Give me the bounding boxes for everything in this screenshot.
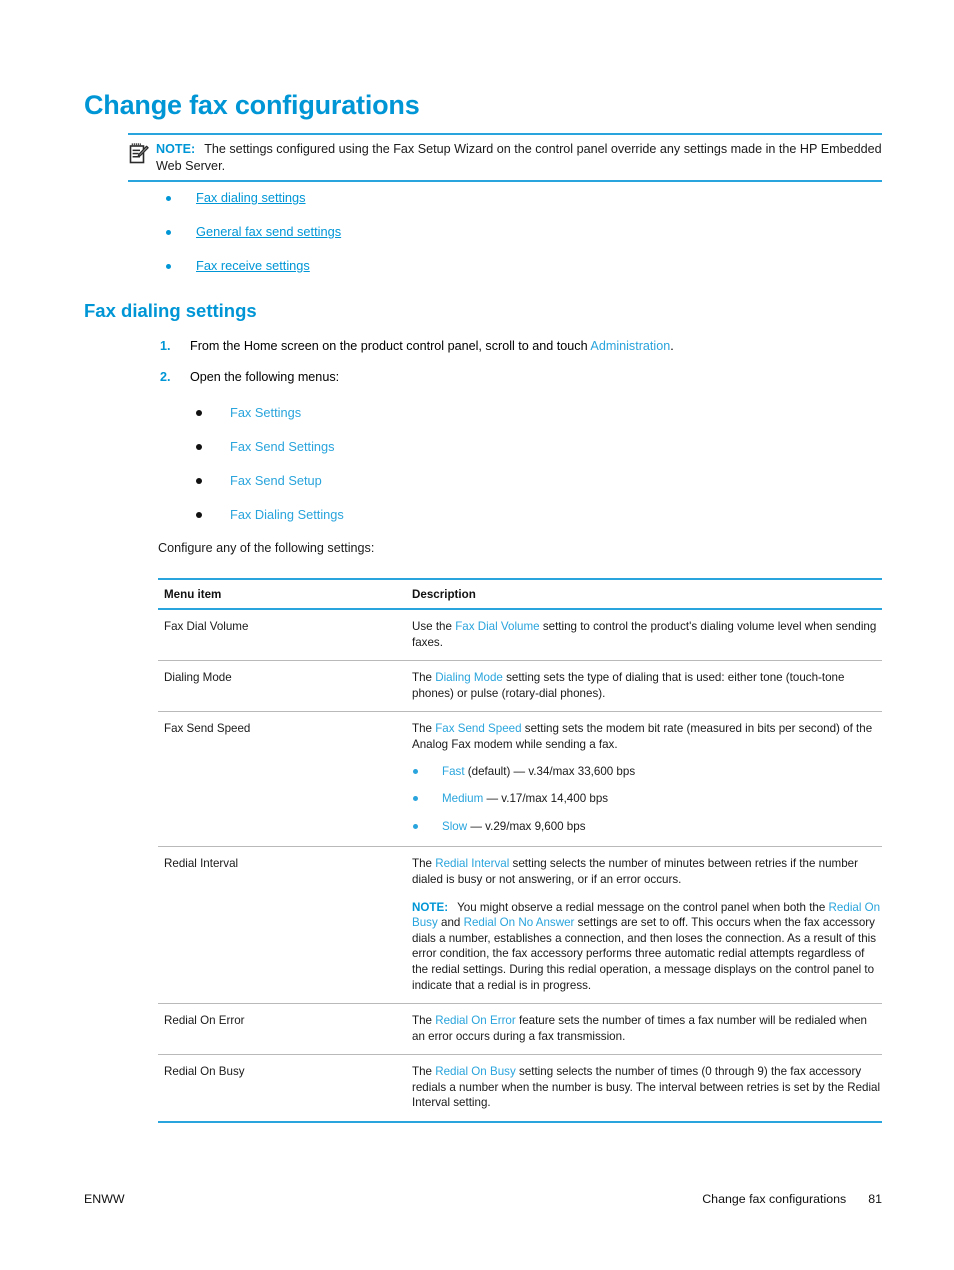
cell-description: The Dialing Mode setting sets the type o…	[406, 660, 882, 713]
menu-path-list: Fax Settings Fax Send Settings Fax Send …	[196, 405, 836, 541]
list-item: Fax dialing settings	[166, 190, 866, 224]
page-title: Change fax configurations	[84, 90, 420, 120]
menu-path-label: Fax Dialing Settings	[230, 507, 344, 522]
step-number: 2.	[160, 370, 171, 384]
menu-path-item-fax-send-settings: Fax Send Settings	[196, 439, 836, 473]
desc-inline-term: Fax Send Speed	[435, 722, 522, 736]
menu-path-label: Fax Send Settings	[230, 439, 335, 454]
menu-path-label: Fax Settings	[230, 405, 302, 420]
desc-text: The	[412, 671, 436, 685]
footer-section-title: Change fax configurations	[702, 1192, 847, 1206]
cell-menu-item: Fax Send Speed	[158, 711, 406, 848]
cell-menu-item: Redial On Busy	[158, 1054, 406, 1124]
desc-text: The	[412, 722, 436, 736]
section-heading: Fax dialing settings	[84, 300, 257, 321]
step-text: Open the following menus:	[190, 370, 340, 384]
note-label: NOTE:	[156, 142, 196, 156]
speed-option-detail: — v.17/max 14,400 bps	[483, 792, 609, 806]
configure-instruction: Configure any of the following settings:	[158, 541, 375, 555]
table-row: Redial Interval The Redial Interval sett…	[158, 846, 882, 1005]
list-item: Fax receive settings	[166, 258, 866, 292]
column-header-description: Description	[406, 578, 882, 610]
footer-right-group: Change fax configurations 81	[702, 1192, 882, 1206]
table-row: Fax Dial Volume Use the Fax Dial Volume …	[158, 609, 882, 662]
cell-description: Use the Fax Dial Volume setting to contr…	[406, 609, 882, 662]
speed-option-medium: Medium — v.17/max 14,400 bps	[412, 791, 882, 807]
footer-page-number: 81	[868, 1192, 882, 1206]
step-2: 2. Open the following menus:	[158, 369, 888, 386]
link-general-fax-send-settings[interactable]: General fax send settings	[196, 224, 341, 239]
desc-inline-term: Redial Interval	[435, 857, 510, 871]
link-fax-receive-settings[interactable]: Fax receive settings	[196, 258, 310, 273]
table-header-row: Menu item Description	[158, 578, 882, 610]
settings-table: Menu item Description Fax Dial Volume Us…	[158, 578, 882, 1124]
procedure-steps: 1. From the Home screen on the product c…	[158, 338, 888, 400]
inner-note-text-a: You might observe a redial message on th…	[457, 900, 829, 914]
step-text: From the Home screen on the product cont…	[190, 339, 591, 353]
bullet-icon	[166, 264, 171, 269]
inner-note-text-b: and	[437, 916, 464, 930]
speed-option-fast: Fast (default) — v.34/max 33,600 bps	[412, 764, 882, 780]
desc-text: The	[412, 1065, 436, 1079]
desc-text: The	[412, 857, 436, 871]
step-1: 1. From the Home screen on the product c…	[158, 338, 888, 355]
bullet-icon	[196, 444, 202, 450]
list-item: General fax send settings	[166, 224, 866, 258]
step-text-tail: .	[670, 339, 674, 353]
cell-menu-item: Redial On Error	[158, 1003, 406, 1056]
bullet-icon	[166, 230, 171, 235]
inner-note: NOTE: You might observe a redial message …	[412, 900, 882, 994]
page-footer: ENWW Change fax configurations 81	[84, 1192, 882, 1206]
table-row: Dialing Mode The Dialing Mode setting se…	[158, 660, 882, 713]
desc-inline-term: Dialing Mode	[435, 671, 503, 685]
note-body: The settings configured using the Fax Se…	[156, 142, 882, 173]
speed-option-slow: Slow — v.29/max 9,600 bps	[412, 819, 882, 835]
desc-inline-term: Fax Dial Volume	[455, 620, 540, 633]
table-row: Redial On Busy The Redial On Busy settin…	[158, 1054, 882, 1124]
menu-path-item-fax-dialing-settings: Fax Dialing Settings	[196, 507, 836, 541]
cell-description: The Redial On Busy setting selects the n…	[406, 1054, 882, 1124]
bullet-icon	[196, 512, 202, 518]
cross-reference-list: Fax dialing settings General fax send se…	[166, 190, 866, 292]
speed-options-list: Fast (default) — v.34/max 33,600 bps Med…	[412, 764, 882, 835]
column-header-menu-item: Menu item	[158, 578, 406, 610]
document-page: Change fax configurations NOTE: The setti…	[0, 0, 954, 1270]
desc-inline-term: Redial On Error	[435, 1014, 516, 1028]
bullet-icon	[413, 796, 418, 802]
desc-text: Use the	[412, 620, 456, 633]
cell-menu-item: Fax Dial Volume	[158, 609, 406, 662]
cell-description: The Redial On Error feature sets the num…	[406, 1003, 882, 1056]
inner-note-term-b: Redial On No Answer	[463, 916, 575, 930]
bullet-icon	[413, 823, 418, 829]
table-row: Redial On Error The Redial On Error feat…	[158, 1003, 882, 1056]
inner-note-label: NOTE:	[412, 900, 449, 914]
menu-path-item-fax-send-setup: Fax Send Setup	[196, 473, 836, 507]
speed-option-name: Medium	[442, 792, 484, 806]
speed-option-name: Fast	[442, 764, 465, 778]
menu-path-label: Fax Send Setup	[230, 473, 322, 488]
table-row: Fax Send Speed The Fax Send Speed settin…	[158, 711, 882, 848]
bullet-icon	[196, 478, 202, 484]
step-number: 1.	[160, 339, 171, 353]
cell-menu-item: Redial Interval	[158, 846, 406, 1005]
step-inline-term: Administration	[590, 339, 671, 353]
bullet-icon	[413, 768, 418, 774]
note-callout: NOTE: The settings configured using the F…	[128, 133, 882, 182]
speed-option-name: Slow	[442, 819, 468, 833]
bullet-icon	[166, 196, 171, 201]
note-text: NOTE: The settings configured using the F…	[156, 141, 882, 175]
desc-inline-term: Redial On Busy	[435, 1065, 516, 1079]
cell-description: The Redial Interval setting selects the …	[406, 846, 882, 1005]
cell-menu-item: Dialing Mode	[158, 660, 406, 713]
menu-path-item-fax-settings: Fax Settings	[196, 405, 836, 439]
note-clipboard-pencil-icon	[129, 142, 149, 164]
speed-option-detail: — v.29/max 9,600 bps	[467, 819, 586, 833]
bullet-icon	[196, 410, 202, 416]
speed-option-detail: (default) — v.34/max 33,600 bps	[464, 764, 636, 778]
desc-text: The	[412, 1014, 436, 1028]
link-fax-dialing-settings[interactable]: Fax dialing settings	[196, 190, 306, 205]
cell-description: The Fax Send Speed setting sets the mode…	[406, 711, 882, 848]
footer-locale: ENWW	[84, 1192, 125, 1206]
